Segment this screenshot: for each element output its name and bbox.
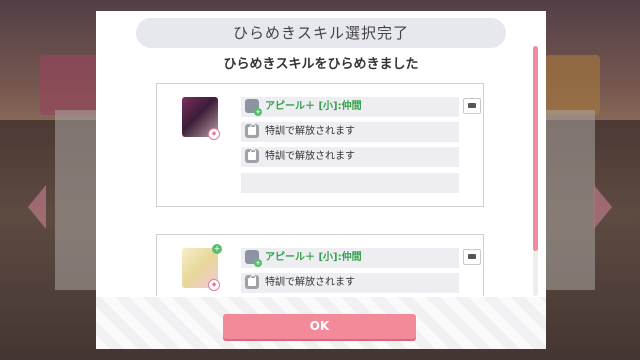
member-portrait[interactable]: ◆ [182,97,220,140]
member-portrait[interactable]: + ◆ [182,244,222,291]
scrollbar[interactable] [533,46,538,296]
skill-icon: + [245,99,262,116]
skill-label: アピール＋ [小]:仲間 [265,252,362,263]
skill-row[interactable]: + アピール＋ [小]:仲間 [241,248,481,268]
lock-icon [245,275,259,289]
skill-icon: + [245,250,262,267]
member-card: ◆ + アピール＋ [小]:仲間 特訓で解放されます 特訓で解放されます [156,83,484,207]
empty-skill-slot [241,173,459,193]
skill-result-dialog: ひらめきスキル選択完了 ひらめきスキルをひらめきました ◆ + アピール＋ [小… [96,11,546,349]
skill-list[interactable]: ◆ + アピール＋ [小]:仲間 特訓で解放されます 特訓で解放されます + ◆… [154,83,488,296]
attribute-badge-icon: ◆ [208,128,220,140]
ok-button[interactable]: OK [223,314,416,339]
dialog-title-bar: ひらめきスキル選択完了 [136,18,506,48]
dialog-subtitle: ひらめきスキルをひらめきました [223,57,419,72]
locked-skill-label: 特訓で解放されます [265,151,355,162]
plus-badge-icon: + [212,244,222,254]
info-icon[interactable] [463,98,481,114]
info-icon[interactable] [463,249,481,265]
member-card: + ◆ + アピール＋ [小]:仲間 特訓で解放されます [156,234,484,296]
lock-icon [245,124,259,138]
plus-badge-icon: + [254,259,262,267]
locked-skill-row: 特訓で解放されます [241,122,459,142]
dialog-title: ひらめきスキル選択完了 [232,24,409,42]
skill-label: アピール＋ [小]:仲間 [265,101,362,112]
locked-skill-row: 特訓で解放されます [241,147,459,167]
locked-skill-row: 特訓で解放されます [241,273,459,293]
locked-skill-label: 特訓で解放されます [265,277,355,288]
attribute-badge-icon: ◆ [208,279,220,291]
plus-badge-icon: + [254,108,262,116]
lock-icon [245,149,259,163]
scrollbar-thumb[interactable] [533,46,538,251]
locked-skill-label: 特訓で解放されます [265,126,355,137]
skill-row[interactable]: + アピール＋ [小]:仲間 [241,97,481,117]
